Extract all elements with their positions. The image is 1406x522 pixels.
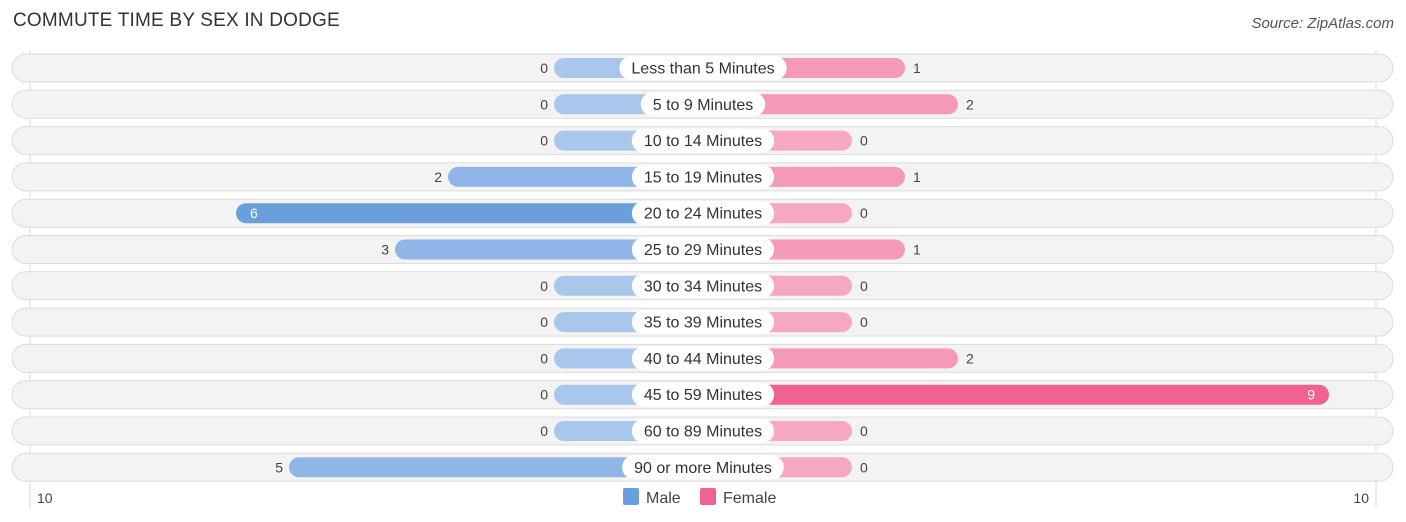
category-label: 30 to 34 Minutes [644,278,762,295]
female-value-label: 1 [913,169,921,185]
male-value-label: 2 [434,169,442,185]
female-value-label: 9 [1307,387,1315,403]
female-value-label: 0 [860,205,868,221]
category-label: Less than 5 Minutes [631,61,774,78]
female-bar [703,384,1329,405]
category-label: 25 to 29 Minutes [644,242,762,259]
category-label: 60 to 89 Minutes [644,424,762,441]
female-value-label: 1 [913,60,921,76]
female-value-label: 2 [966,96,974,112]
legend-label-female: Female [723,490,776,507]
female-value-label: 1 [913,242,921,258]
male-value-label: 5 [275,459,283,475]
category-label: 15 to 19 Minutes [644,169,762,186]
category-label: 90 or more Minutes [634,460,772,477]
legend-label-male: Male [646,490,681,507]
category-label: 10 to 14 Minutes [644,133,762,150]
female-value-label: 0 [860,314,868,330]
male-value-label: 0 [540,387,548,403]
male-value-label: 0 [540,423,548,439]
category-label: 45 to 59 Minutes [644,387,762,404]
category-label: 20 to 24 Minutes [644,206,762,223]
male-value-label: 6 [250,205,258,221]
axis-right-label: 10 [1353,490,1369,506]
category-label: 5 to 9 Minutes [653,97,754,114]
female-value-label: 0 [860,278,868,294]
female-value-label: 0 [860,133,868,149]
male-value-label: 0 [540,60,548,76]
male-value-label: 0 [540,350,548,366]
male-value-label: 0 [540,133,548,149]
male-value-label: 0 [540,278,548,294]
category-label: 40 to 44 Minutes [644,351,762,368]
male-value-label: 0 [540,314,548,330]
male-value-label: 0 [540,96,548,112]
legend-swatch-male [623,488,639,505]
category-label: 35 to 39 Minutes [644,315,762,332]
axis-left-label: 10 [37,490,53,506]
female-value-label: 0 [860,459,868,475]
legend-swatch-female [700,488,716,505]
chart-svg: Less than 5 Minutes 0 1 5 to 9 Minutes 0 2 10 … [11,50,1394,508]
female-value-label: 0 [860,423,868,439]
female-value-label: 2 [966,350,974,366]
male-value-label: 3 [381,242,389,258]
